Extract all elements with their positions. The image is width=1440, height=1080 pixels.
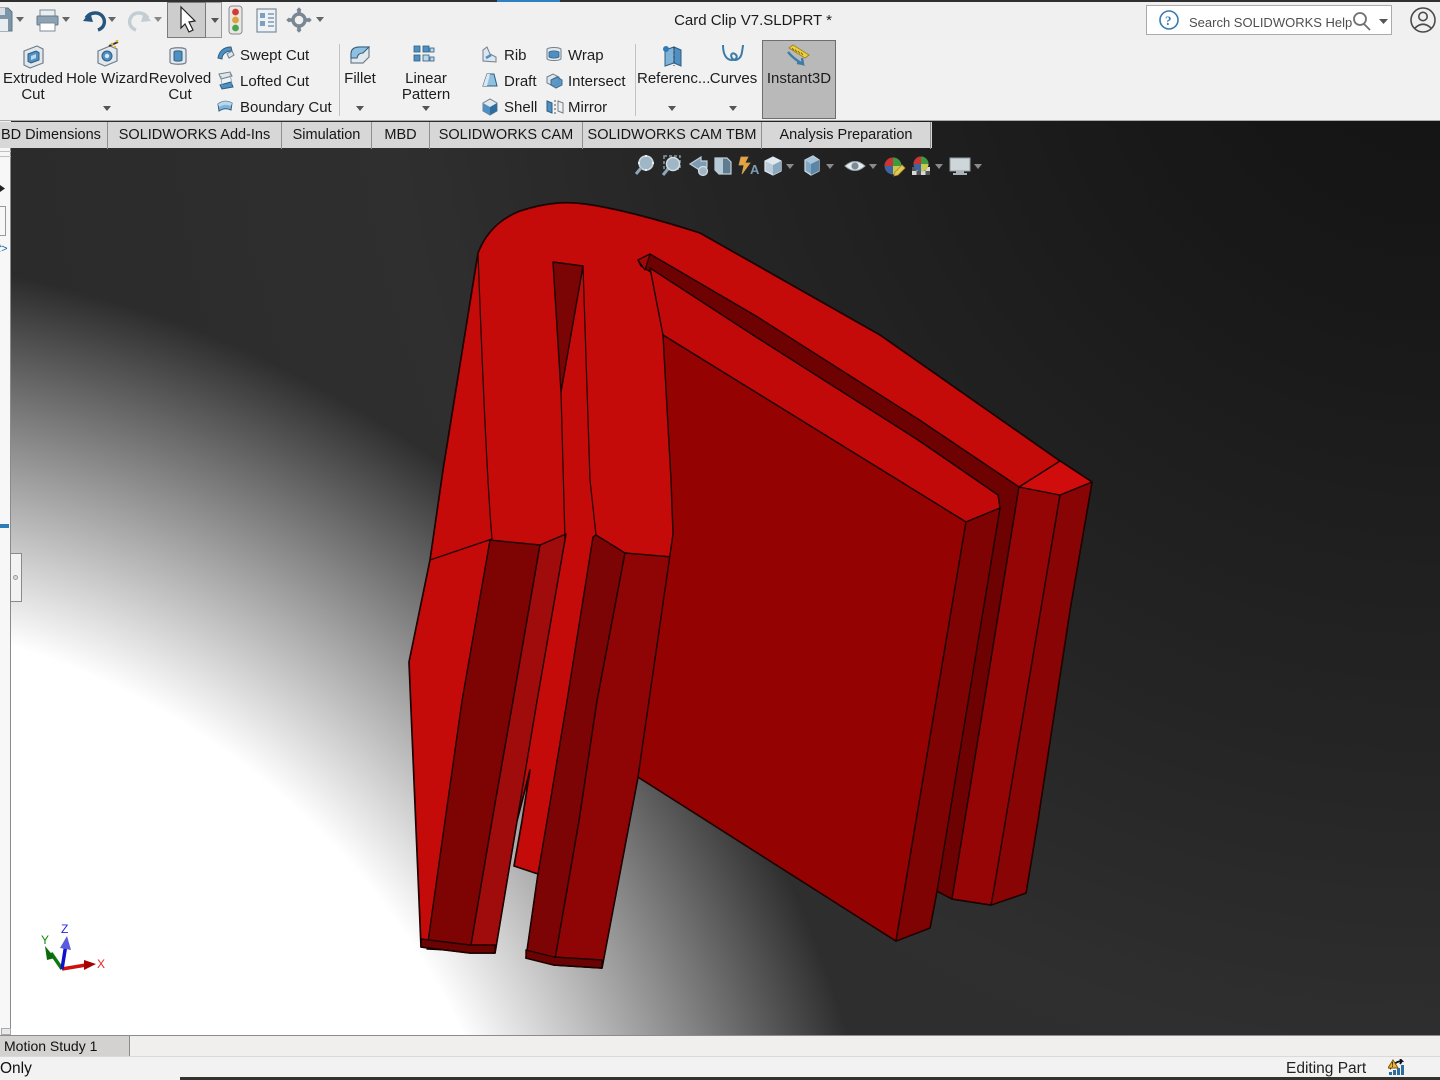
svg-text:Y: Y	[41, 933, 49, 947]
svg-text:A: A	[750, 162, 760, 177]
svg-text:X: X	[97, 957, 105, 971]
svg-text:?: ?	[1165, 13, 1172, 28]
svg-text:!: !	[1391, 1062, 1393, 1069]
svg-text:Z: Z	[61, 922, 68, 936]
